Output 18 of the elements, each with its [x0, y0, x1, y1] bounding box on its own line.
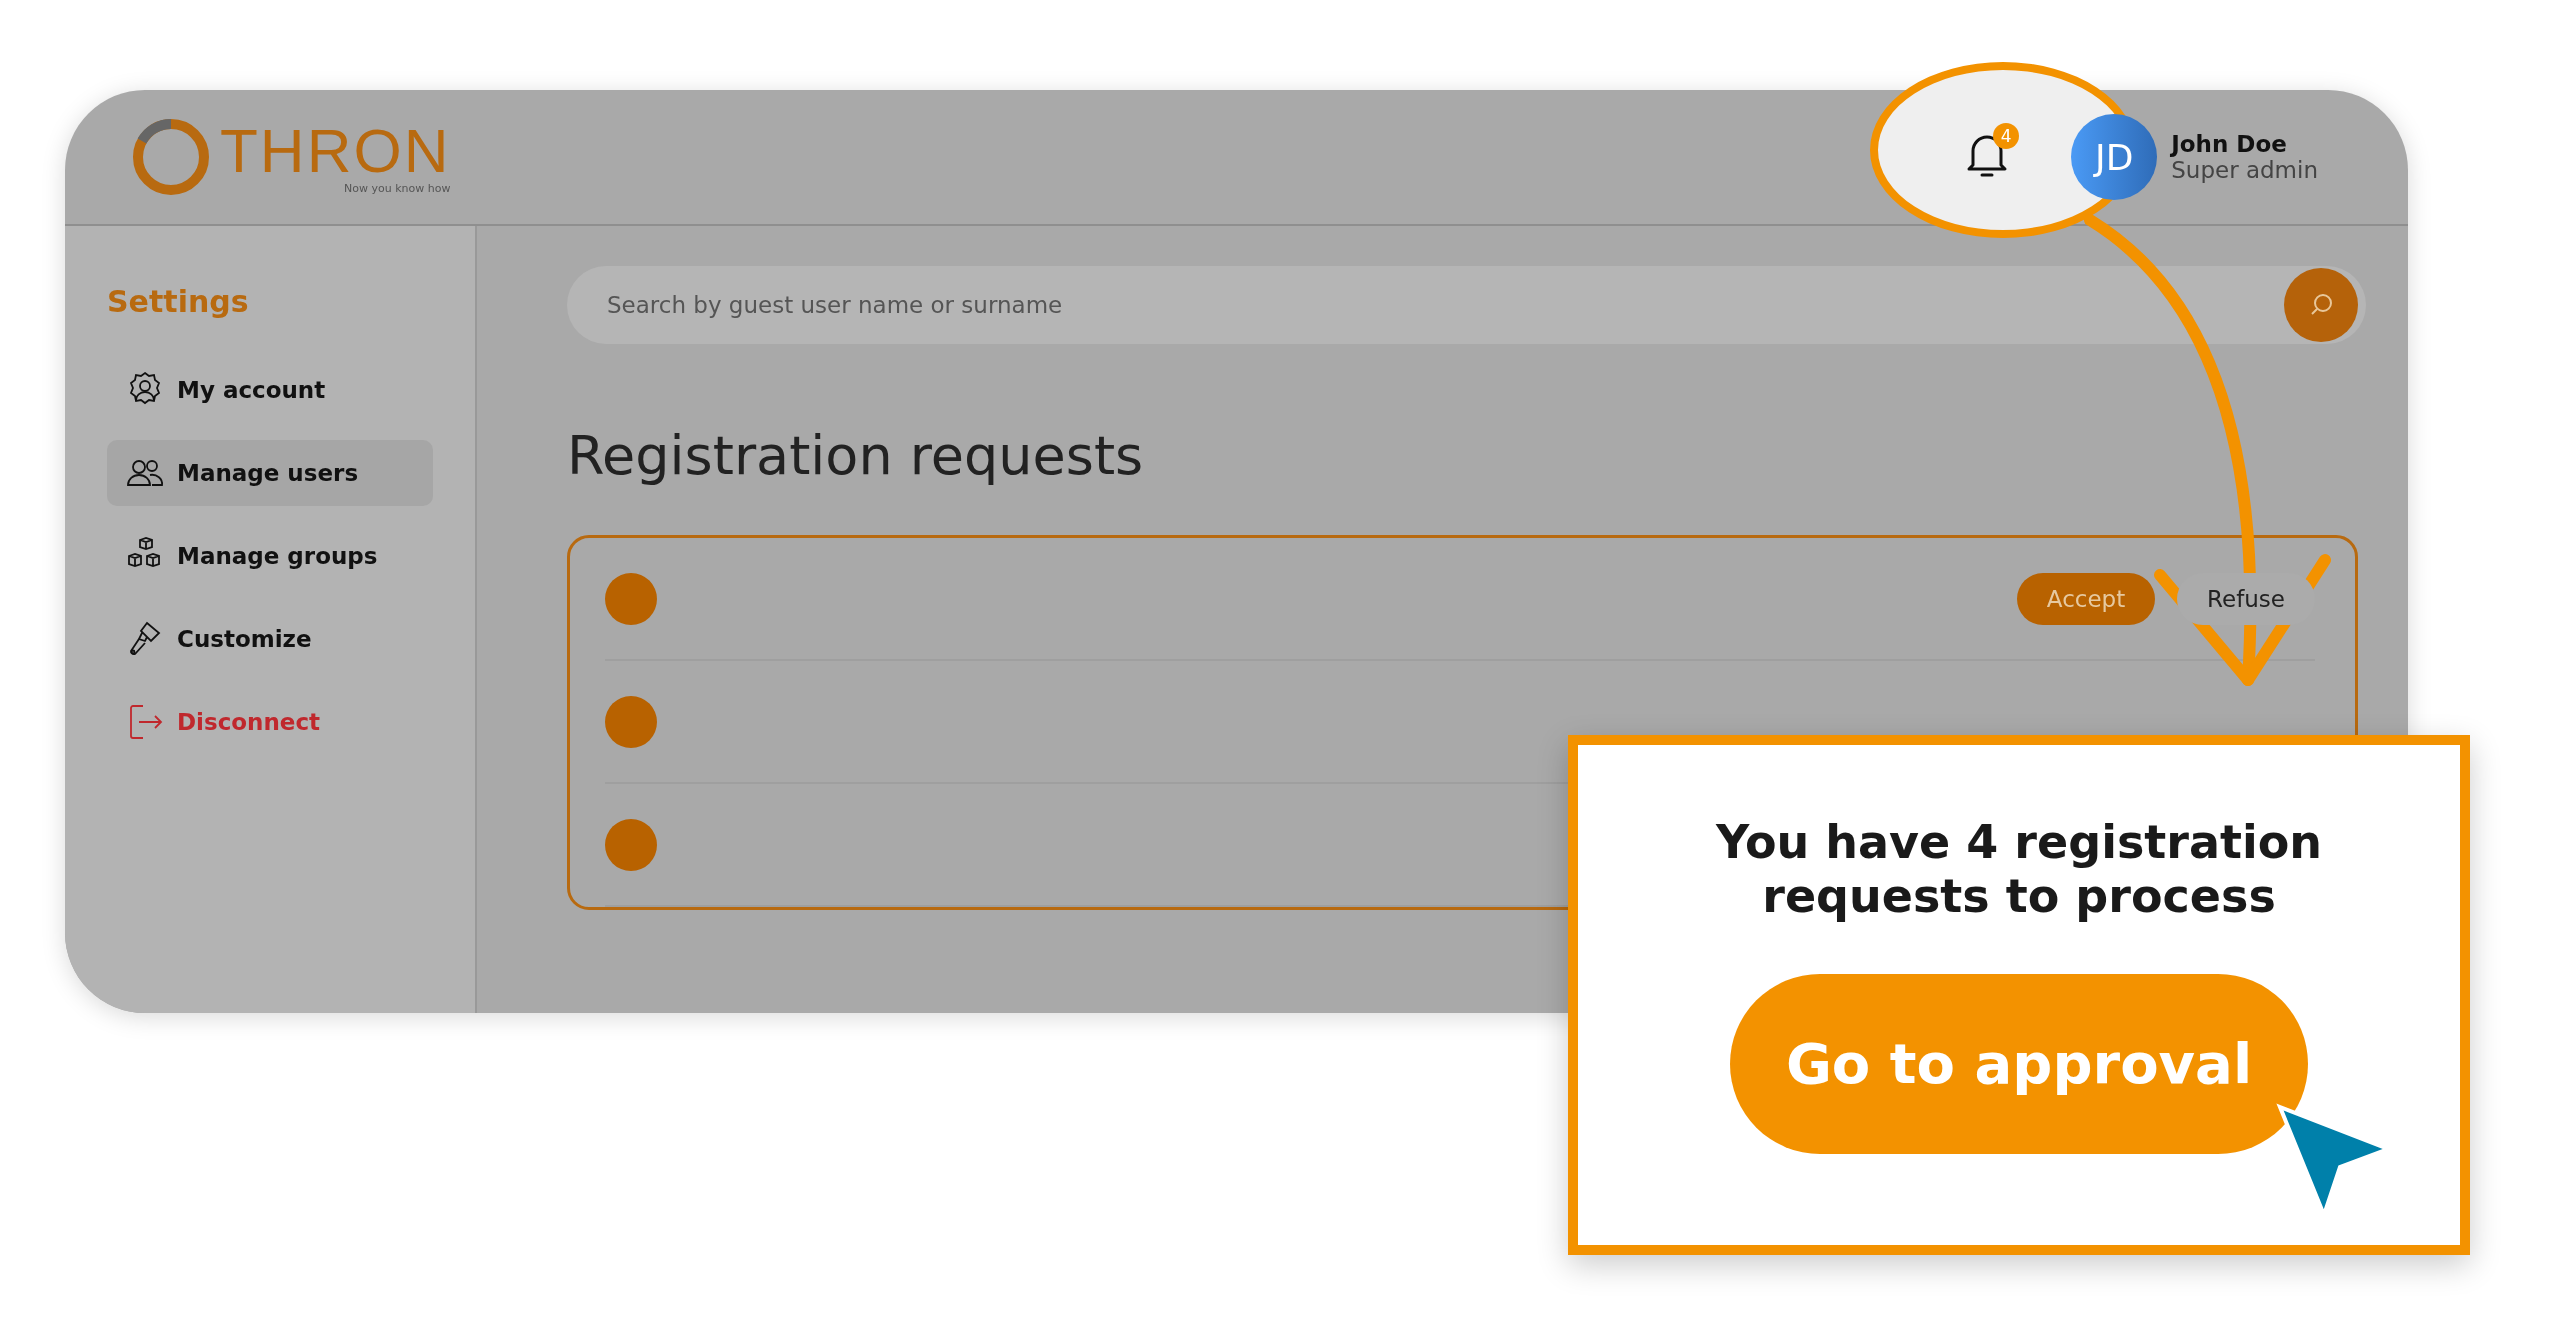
logo-text: THRON — [220, 119, 451, 182]
user-role: Super admin — [2171, 157, 2318, 183]
refuse-button[interactable]: Refuse — [2177, 572, 2315, 625]
search-field[interactable]: Search by guest user name or surname — [567, 266, 2366, 344]
user-avatar — [605, 572, 657, 625]
user-name: John Doe — [2171, 131, 2288, 157]
user-avatar — [605, 818, 657, 871]
sidebar-item[interactable]: My account — [107, 357, 433, 423]
user-avatar[interactable]: JD — [2071, 114, 2158, 200]
user-avatar — [605, 695, 657, 748]
logo-ring-icon — [130, 116, 212, 198]
sidebar-item[interactable]: Manage users — [107, 440, 433, 506]
sidebar-item[interactable]: Customize — [107, 606, 433, 672]
sidebar-title: Settings — [107, 284, 250, 319]
popup-message: You have 4 registration requests to process — [1714, 815, 2324, 924]
sidebar-item[interactable]: Manage groups — [107, 523, 433, 589]
page-title: Registration requests — [567, 424, 1145, 487]
logo-tagline: Now you know how — [344, 181, 451, 195]
